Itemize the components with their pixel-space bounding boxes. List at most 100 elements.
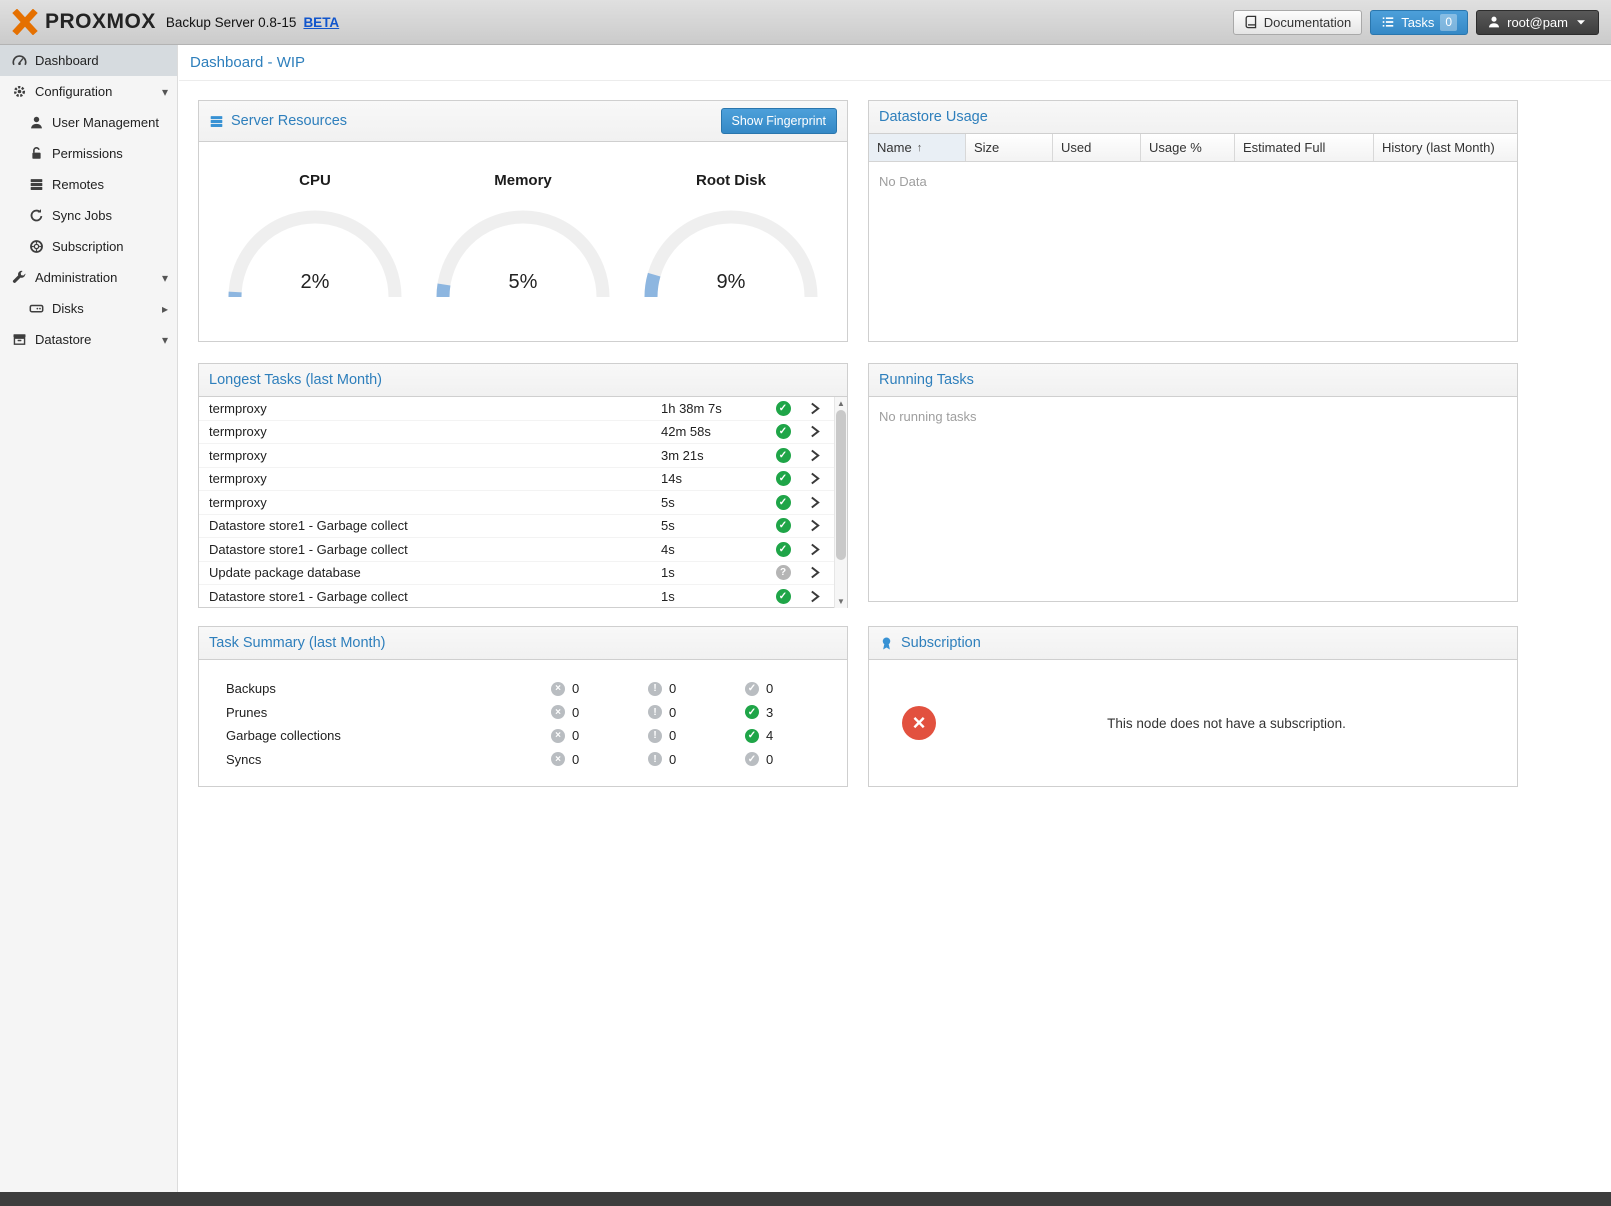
scrollbar[interactable]: ▲ ▼: [834, 397, 847, 608]
scrollbar-thumb[interactable]: [836, 410, 846, 560]
gauge-label: CPU: [299, 172, 331, 189]
task-duration: 14s: [661, 471, 766, 486]
task-status: ?: [766, 565, 800, 580]
sidebar-item-administration[interactable]: Administration ▾: [0, 262, 177, 293]
column-header-history-last-month[interactable]: History (last Month): [1374, 134, 1517, 161]
status-ok-icon: ✓: [776, 495, 791, 510]
task-row[interactable]: termproxy3m 21s✓: [199, 444, 847, 468]
status-ok-icon: ✓: [776, 471, 791, 486]
task-status: ✓: [766, 448, 800, 463]
sidebar-item-sync-jobs[interactable]: Sync Jobs: [0, 200, 177, 231]
task-name: Datastore store1 - Garbage collect: [209, 518, 661, 533]
sidebar-item-permissions[interactable]: Permissions: [0, 138, 177, 169]
chevron-right-icon[interactable]: [800, 543, 830, 556]
chevron-right-icon[interactable]: [800, 472, 830, 485]
task-status: ✓: [766, 471, 800, 486]
datastore-usage-header-bar: Datastore Usage: [869, 101, 1517, 134]
column-header-usage[interactable]: Usage %: [1141, 134, 1235, 161]
book-icon: [1244, 15, 1258, 29]
task-row[interactable]: termproxy5s✓: [199, 491, 847, 515]
task-row[interactable]: Update package database1s?: [199, 562, 847, 586]
task-summary-row: Prunes×0!0✓3: [199, 701, 847, 725]
brand-name: PROXMOX: [45, 10, 156, 34]
chevron-right-icon[interactable]: [800, 449, 830, 462]
chevron-right-icon[interactable]: [800, 566, 830, 579]
gauges: CPU2%Memory5%Root Disk9%: [199, 142, 847, 306]
bottom-bar: [0, 1192, 1611, 1206]
column-header-label: Estimated Full: [1243, 140, 1325, 155]
chevron-down-icon[interactable]: ▾: [162, 85, 168, 99]
task-duration: 42m 58s: [661, 424, 766, 439]
status-unknown-icon: ?: [776, 565, 791, 580]
sidebar-item-label: Subscription: [52, 239, 124, 254]
chevron-down-icon[interactable]: ▾: [162, 271, 168, 285]
gauge-label: Memory: [494, 172, 552, 189]
sidebar-item-dashboard[interactable]: Dashboard: [0, 45, 177, 76]
server-icon: [27, 177, 45, 192]
chevron-right-icon[interactable]: ▸: [162, 302, 168, 316]
task-summary-error-count: 0: [572, 728, 579, 743]
chevron-right-icon[interactable]: [800, 425, 830, 438]
user-menu-button[interactable]: root@pam: [1476, 10, 1599, 35]
subscription-header: Subscription: [869, 627, 1517, 660]
no-subscription-icon: ×: [902, 706, 936, 740]
task-row[interactable]: termproxy14s✓: [199, 468, 847, 492]
refresh-icon: [27, 208, 45, 223]
task-row[interactable]: termproxy42m 58s✓: [199, 421, 847, 445]
main-content: Dashboard - WIP Server Resources Show Fi…: [179, 45, 1611, 1192]
sidebar-items: DashboardConfiguration▾User ManagementPe…: [0, 45, 177, 355]
longest-tasks-title: Longest Tasks (last Month): [209, 372, 382, 388]
sidebar-item-label: Administration: [35, 270, 117, 285]
task-summary-row: Syncs×0!0✓0: [199, 748, 847, 772]
chevron-right-icon[interactable]: [800, 496, 830, 509]
chevron-right-icon[interactable]: [800, 519, 830, 532]
column-header-name[interactable]: Name↑: [869, 134, 966, 161]
user-icon: [1487, 15, 1501, 29]
server-resources-panel: Server Resources Show Fingerprint CPU2%M…: [198, 100, 848, 342]
task-summary-row: Garbage collections×0!0✓4: [199, 724, 847, 748]
tasks-button[interactable]: Tasks 0: [1370, 10, 1468, 35]
task-row[interactable]: termproxy1h 38m 7s✓: [199, 397, 847, 421]
sidebar-item-datastore[interactable]: Datastore▾: [0, 324, 177, 355]
chevron-right-icon[interactable]: [800, 402, 830, 415]
sidebar-item-user-management[interactable]: User Management: [0, 107, 177, 138]
subscription-title: Subscription: [901, 635, 981, 651]
task-summary-warning-cell: !0: [648, 705, 745, 720]
task-summary-ok-cell: ✓0: [745, 752, 842, 767]
task-row[interactable]: Datastore store1 - Garbage collect5s✓: [199, 515, 847, 539]
sidebar-item-subscription[interactable]: Subscription: [0, 231, 177, 262]
task-summary-ok-count: 0: [766, 752, 773, 767]
task-summary-header: Task Summary (last Month): [199, 627, 847, 660]
task-name: Datastore store1 - Garbage collect: [209, 542, 661, 557]
task-duration: 1s: [661, 565, 766, 580]
sidebar-item-configuration[interactable]: Configuration▾: [0, 76, 177, 107]
ok-icon: ✓: [745, 729, 759, 743]
task-row[interactable]: Datastore store1 - Garbage collect1s✓: [199, 585, 847, 608]
gauge-value: 5%: [431, 271, 615, 294]
chevron-right-icon[interactable]: [800, 590, 830, 603]
status-ok-icon: ✓: [776, 448, 791, 463]
column-header-label: Used: [1061, 140, 1091, 155]
task-summary-ok-cell: ✓3: [745, 705, 842, 720]
task-summary-row: Backups×0!0✓0: [199, 677, 847, 701]
task-row[interactable]: Datastore store1 - Garbage collect4s✓: [199, 538, 847, 562]
task-summary-error-cell: ×0: [551, 752, 648, 767]
hdd-icon: [27, 301, 45, 316]
sidebar-item-disks[interactable]: Disks▸: [0, 293, 177, 324]
status-ok-icon: ✓: [776, 589, 791, 604]
column-header-size[interactable]: Size: [966, 134, 1053, 161]
server-resources-icon: [209, 114, 224, 129]
sidebar: DashboardConfiguration▾User ManagementPe…: [0, 45, 178, 1192]
task-summary-error-cell: ×0: [551, 728, 648, 743]
scroll-down-icon[interactable]: ▼: [835, 595, 847, 608]
beta-link[interactable]: BETA: [303, 15, 339, 30]
scroll-up-icon[interactable]: ▲: [835, 397, 847, 410]
documentation-button[interactable]: Documentation: [1233, 10, 1362, 35]
sidebar-item-remotes[interactable]: Remotes: [0, 169, 177, 200]
column-header-estimated-full[interactable]: Estimated Full: [1235, 134, 1374, 161]
show-fingerprint-button[interactable]: Show Fingerprint: [721, 108, 838, 134]
chevron-down-icon[interactable]: ▾: [162, 333, 168, 347]
caret-down-icon: [1574, 15, 1588, 29]
task-status: ✓: [766, 518, 800, 533]
column-header-used[interactable]: Used: [1053, 134, 1141, 161]
